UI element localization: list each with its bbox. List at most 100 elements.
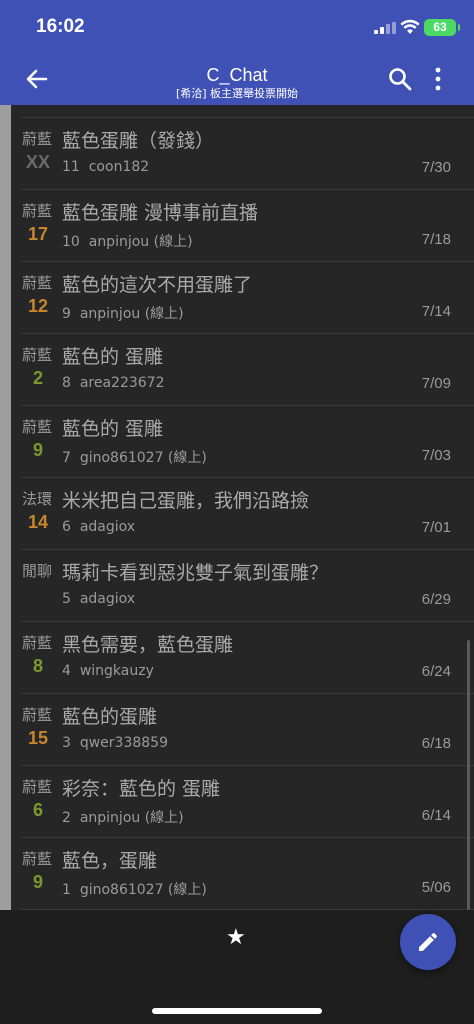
compose-post-button[interactable] — [400, 914, 456, 970]
post-category: 蔚藍 — [22, 778, 53, 796]
post-meta: 5 adagiox — [62, 591, 135, 607]
post-date: 7/18 — [421, 231, 451, 248]
post-row[interactable]: 蔚藍 XX 藍色蛋雕（發錢） 11 coon182 7/30 — [11, 118, 474, 190]
favorite-star-icon[interactable]: ★ — [226, 925, 246, 950]
post-row[interactable]: 蔚藍 9 藍色的 蛋雕 7 gino861027 (線上) 7/03 — [11, 406, 474, 478]
post-subject: 瑪莉卡看到惡兆雙子氣到蛋雕？ — [62, 562, 329, 584]
post-recommend-count: 12 — [27, 296, 49, 316]
post-author: adagiox — [79, 519, 136, 535]
search-icon[interactable] — [387, 66, 413, 92]
home-indicator — [152, 1008, 322, 1014]
cellular-signal-icon — [374, 22, 396, 34]
post-category: 蔚藍 — [22, 418, 53, 436]
post-index: 9 — [62, 306, 71, 322]
post-recommend-count: 9 — [32, 872, 43, 892]
post-category: 蔚藍 — [22, 634, 53, 652]
post-date: 6/29 — [421, 591, 451, 608]
post-row[interactable]: 蔚藍 17 藍色蛋雕 漫博事前直播 10 anpinjou (線上) 7/18 — [11, 190, 474, 262]
post-row[interactable]: 法環 14 米米把自己蛋雕，我們沿路撿 6 adagiox 7/01 — [11, 478, 474, 550]
post-author: wingkauzy — [79, 663, 154, 679]
app-bar: C_Chat [希洽] 板主選舉投票開始 — [0, 52, 474, 105]
post-subject: 藍色蛋雕 漫博事前直播 — [62, 202, 259, 224]
post-recommend-count: XX — [25, 152, 50, 172]
post-author: anpinjou (線上) — [79, 810, 184, 826]
post-date: 7/30 — [421, 159, 451, 176]
post-meta: 9 anpinjou (線上) — [62, 303, 184, 323]
post-author: anpinjou (線上) — [88, 234, 193, 250]
scrollbar-thumb[interactable] — [467, 640, 470, 910]
post-meta: 8 area223672 — [62, 375, 165, 391]
post-category: 蔚藍 — [22, 130, 53, 148]
post-recommend-count: 17 — [27, 224, 49, 244]
post-row[interactable]: 蔚藍 12 藍色的這次不用蛋雕了 9 anpinjou (線上) 7/14 — [11, 262, 474, 334]
post-recommend-count: 2 — [32, 368, 43, 388]
post-category: 蔚藍 — [22, 346, 53, 364]
post-list[interactable]: 蔚藍 XX 藍色蛋雕（發錢） 11 coon182 7/30 蔚藍 17 藍色蛋雕 漫博事前直… — [11, 105, 474, 910]
post-date: 6/14 — [421, 807, 451, 824]
pencil-icon — [419, 932, 438, 951]
post-meta: 2 anpinjou (線上) — [62, 807, 184, 827]
post-date: 7/09 — [421, 375, 451, 392]
post-category: 蔚藍 — [22, 274, 53, 292]
post-subject: 藍色，蛋雕 — [62, 850, 158, 872]
post-category: 法環 — [22, 490, 53, 508]
post-row[interactable]: 蔚藍 8 黑色需要，藍色蛋雕 4 wingkauzy 6/24 — [11, 622, 474, 694]
post-meta: 3 qwer338859 — [62, 735, 168, 751]
post-author: qwer338859 — [79, 735, 168, 751]
post-subject: 藍色的 蛋雕 — [62, 346, 164, 368]
post-meta: 6 adagiox — [62, 519, 135, 535]
post-index: 11 — [62, 159, 80, 175]
post-author: anpinjou (線上) — [79, 306, 184, 322]
post-row[interactable]: 閒聊 瑪莉卡看到惡兆雙子氣到蛋雕？ 5 adagiox 6/29 — [11, 550, 474, 622]
post-index: 3 — [62, 735, 71, 751]
post-subject: 彩奈：藍色的 蛋雕 — [62, 778, 221, 800]
post-subject: 米米把自己蛋雕，我們沿路撿 — [62, 490, 310, 512]
post-category: 蔚藍 — [22, 706, 53, 724]
post-recommend-count: 15 — [27, 728, 49, 748]
post-category: 蔚藍 — [22, 850, 53, 868]
post-date: 7/01 — [421, 519, 451, 536]
post-row[interactable]: 蔚藍 9 藍色，蛋雕 1 gino861027 (線上) 5/06 — [11, 838, 474, 910]
post-index: 10 — [62, 234, 80, 250]
post-subject: 黑色需要，藍色蛋雕 — [62, 634, 234, 656]
left-edge-bar — [0, 105, 11, 910]
post-date: 7/03 — [421, 447, 451, 464]
post-subject: 藍色的蛋雕 — [62, 706, 158, 728]
post-meta: 1 gino861027 (線上) — [62, 879, 207, 899]
post-meta: 4 wingkauzy — [62, 663, 154, 679]
post-subject: 藍色的這次不用蛋雕了 — [62, 274, 253, 296]
post-author: adagiox — [79, 591, 136, 607]
post-index: 2 — [62, 810, 71, 826]
post-subject: 藍色蛋雕（發錢） — [62, 130, 215, 152]
bottom-bar: ★ — [0, 910, 474, 1024]
post-meta: 10 anpinjou (線上) — [62, 231, 193, 251]
post-subject: 藍色的 蛋雕 — [62, 418, 164, 440]
post-recommend-count: 14 — [27, 512, 49, 532]
post-meta: 7 gino861027 (線上) — [62, 447, 207, 467]
post-recommend-count: 8 — [32, 656, 43, 676]
post-category: 閒聊 — [22, 562, 53, 580]
post-index: 4 — [62, 663, 71, 679]
post-author: gino861027 (線上) — [79, 882, 207, 898]
status-time: 16:02 — [36, 16, 85, 37]
post-index: 1 — [62, 882, 71, 898]
wifi-icon — [400, 19, 420, 34]
post-recommend-count: 6 — [32, 800, 43, 820]
post-index: 7 — [62, 450, 71, 466]
post-author: gino861027 (線上) — [79, 450, 207, 466]
post-author: coon182 — [88, 159, 150, 175]
post-row[interactable]: 蔚藍 15 藍色的蛋雕 3 qwer338859 6/18 — [11, 694, 474, 766]
more-options-icon[interactable] — [428, 66, 448, 92]
post-index: 8 — [62, 375, 71, 391]
post-date: 5/06 — [421, 879, 451, 896]
post-index: 5 — [62, 591, 71, 607]
status-bar: 16:02 63 — [0, 0, 474, 52]
post-date: 6/18 — [421, 735, 451, 752]
battery-icon: 63 — [424, 19, 460, 36]
post-date: 6/24 — [421, 663, 451, 680]
post-author: area223672 — [79, 375, 165, 391]
post-recommend-count: 9 — [32, 440, 43, 460]
post-row[interactable]: 蔚藍 6 彩奈：藍色的 蛋雕 2 anpinjou (線上) 6/14 — [11, 766, 474, 838]
post-meta: 11 coon182 — [62, 159, 149, 175]
post-row[interactable]: 蔚藍 2 藍色的 蛋雕 8 area223672 7/09 — [11, 334, 474, 406]
